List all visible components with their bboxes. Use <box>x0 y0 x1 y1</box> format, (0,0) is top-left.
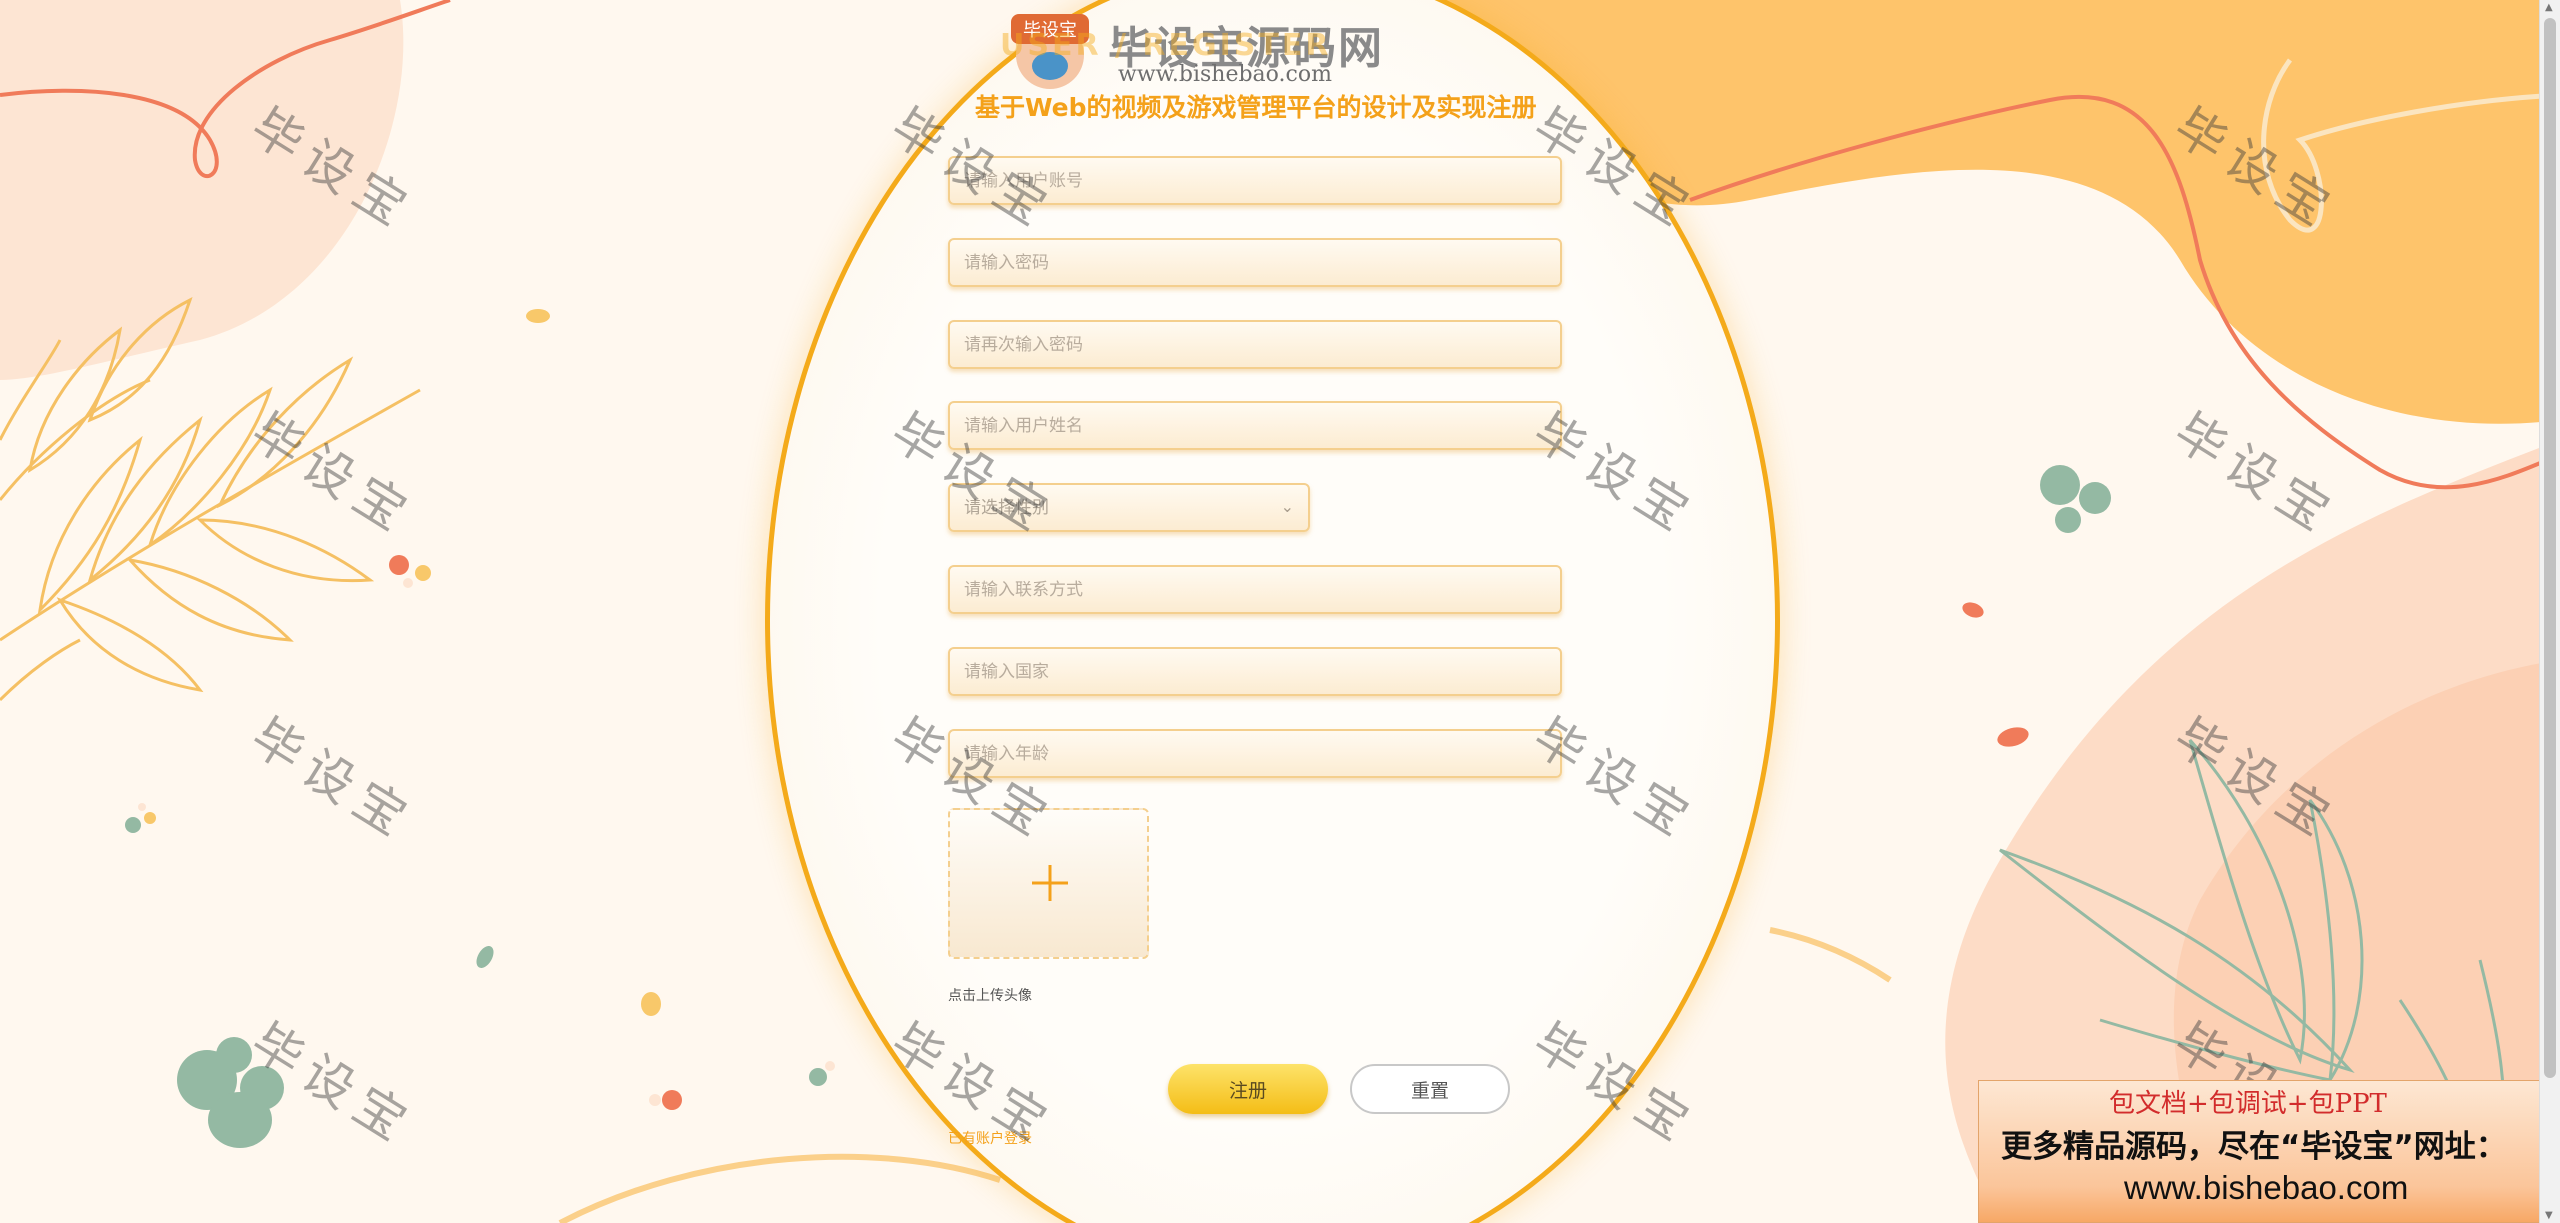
contact-input[interactable] <box>948 565 1562 614</box>
confirm-password-input[interactable] <box>948 320 1562 369</box>
reset-button[interactable]: 重置 <box>1350 1064 1510 1114</box>
scroll-down-icon[interactable]: ▼ <box>2545 1210 2553 1221</box>
page-scrollbar[interactable]: ▲ ▼ <box>2539 0 2560 1223</box>
avatar-upload[interactable] <box>948 808 1149 959</box>
register-page: 毕设宝 毕设宝源码网 www.bishebao.com USER / REGIS… <box>0 0 2560 1223</box>
login-link[interactable]: 已有账户登录 <box>948 1128 1032 1148</box>
register-button[interactable]: 注册 <box>1168 1064 1328 1114</box>
scrollbar-thumb[interactable] <box>2544 18 2556 1078</box>
username-input[interactable] <box>948 156 1562 205</box>
ad-line-promo: 更多精品源码，尽在“毕设宝”网址： <box>2001 1129 2507 1165</box>
country-input[interactable] <box>948 647 1562 696</box>
gender-select[interactable]: 请选择性别 ⌄ <box>948 483 1310 532</box>
upload-label: 点击上传头像 <box>948 987 1032 1003</box>
gender-select-placeholder: 请选择性别 <box>964 498 1049 517</box>
scroll-up-icon[interactable]: ▲ <box>2545 2 2553 13</box>
name-input[interactable] <box>948 401 1562 450</box>
chevron-down-icon: ⌄ <box>1280 499 1294 516</box>
ad-line-url[interactable]: www.bishebao.com <box>2124 1169 2408 1207</box>
plus-icon <box>1032 865 1068 901</box>
register-title: 基于Web的视频及游戏管理平台的设计及实现注册 <box>975 93 1537 122</box>
register-subtitle: USER / REGISTER <box>1000 28 1332 63</box>
ad-banner[interactable]: 包文档+包调试+包PPT 更多精品源码，尽在“毕设宝”网址： www.bishe… <box>1978 1080 2560 1223</box>
password-input[interactable] <box>948 238 1562 287</box>
age-input[interactable] <box>948 729 1562 778</box>
site-logo-url: www.bishebao.com <box>1118 62 1332 87</box>
ad-line-services: 包文档+包调试+包PPT <box>2109 1089 2387 1119</box>
